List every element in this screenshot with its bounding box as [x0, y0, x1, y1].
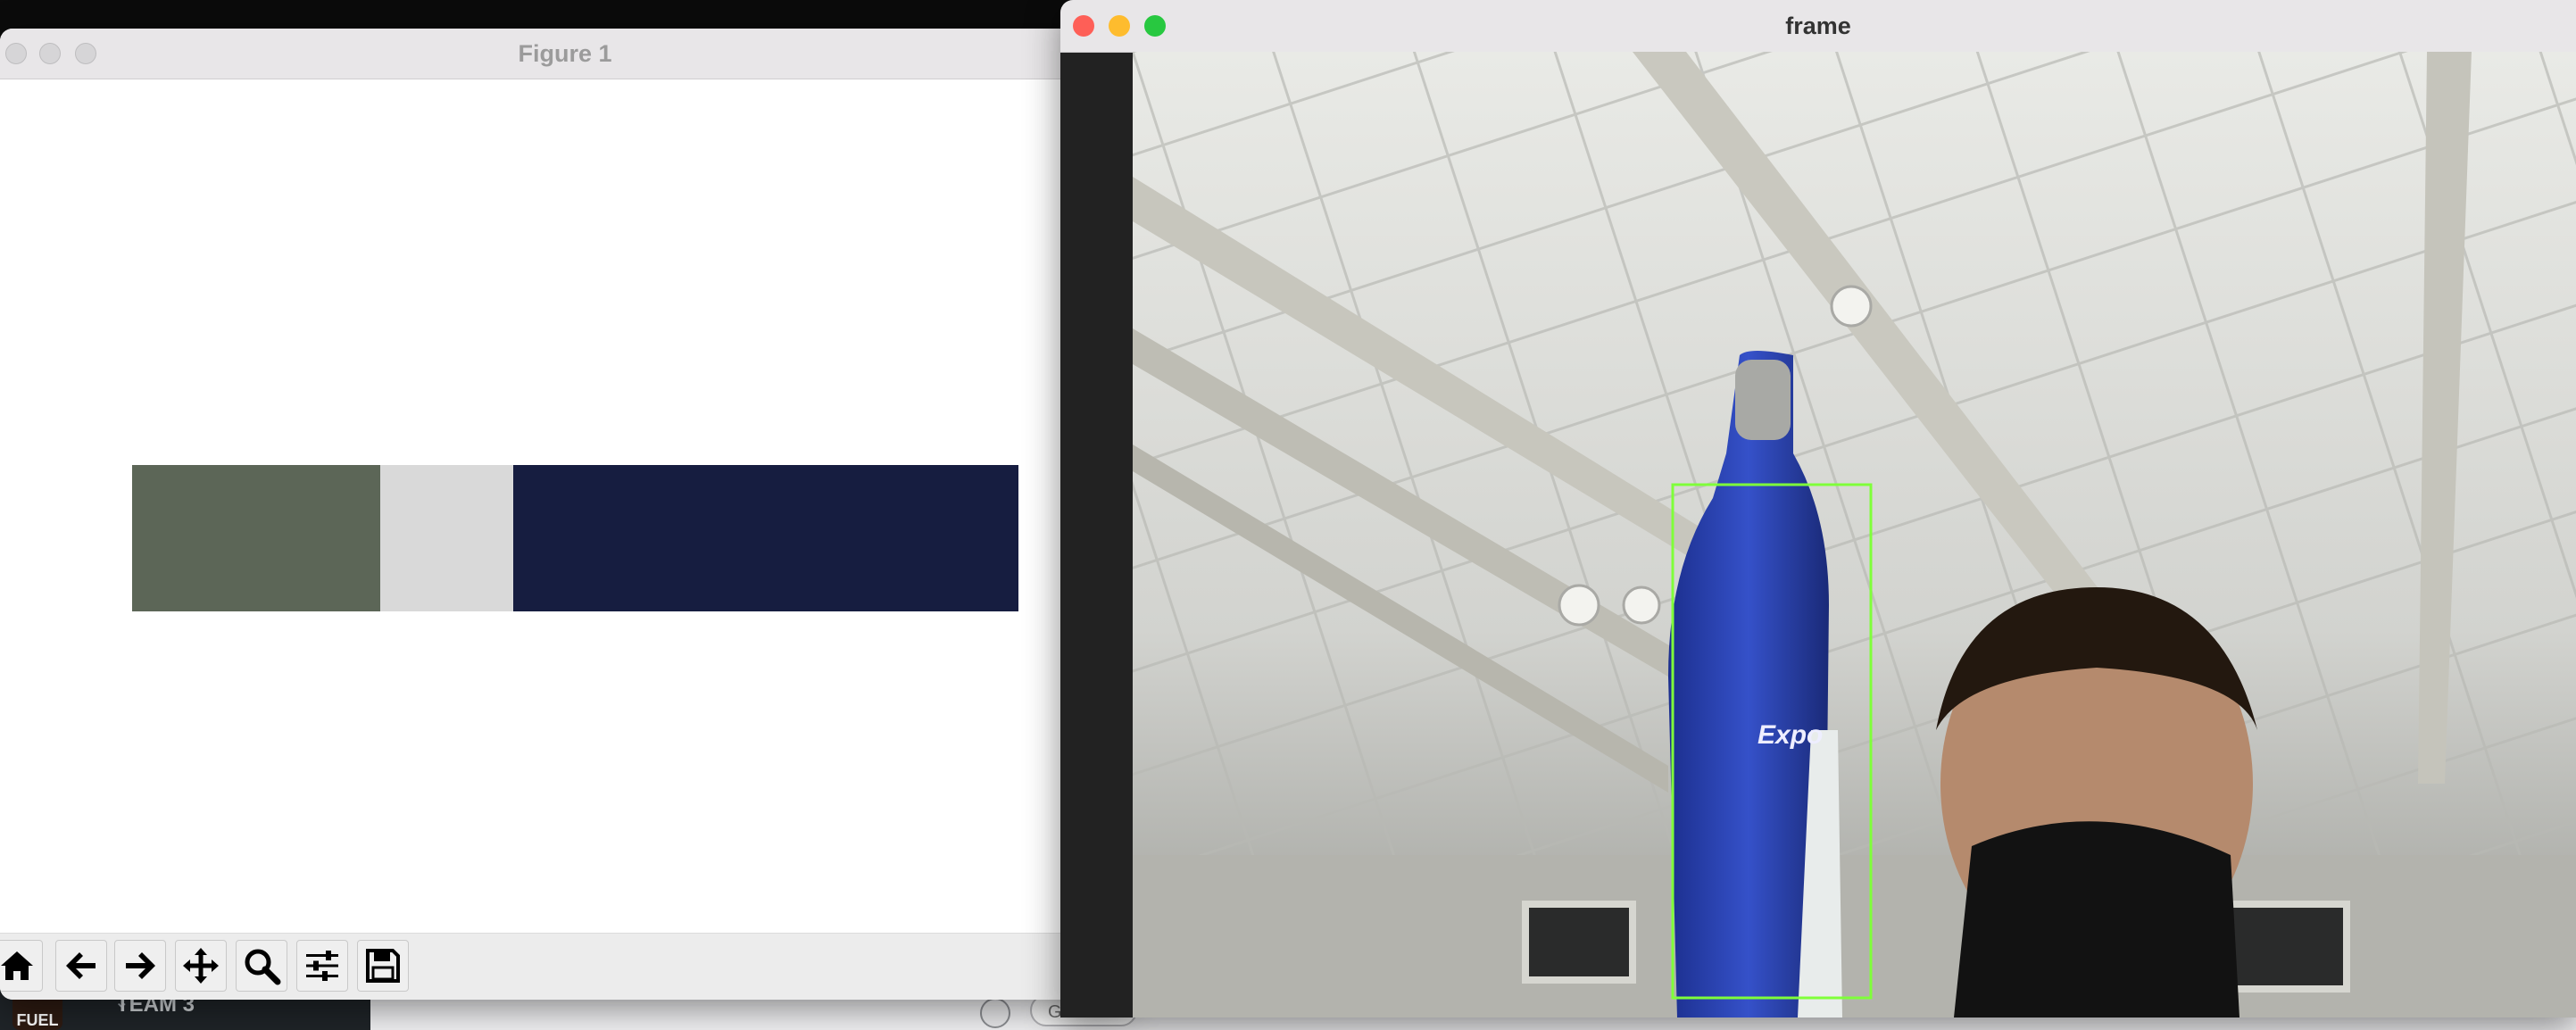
color-segment-1 [132, 465, 380, 611]
color-bar [132, 465, 1018, 611]
back-button[interactable] [55, 940, 107, 992]
zoom-icon [245, 949, 281, 985]
back-arrow-icon [66, 952, 96, 979]
home-button[interactable] [0, 940, 43, 992]
frame-window: frame Expo [1060, 0, 2576, 1018]
color-bar-chart [132, 465, 1018, 611]
color-segment-3 [513, 465, 1018, 611]
forward-arrow-icon [126, 952, 155, 979]
camera-feed: Expo [1133, 52, 2576, 1018]
save-icon [366, 949, 400, 983]
pan-button[interactable] [175, 940, 227, 992]
user-avatar-icon[interactable] [980, 998, 1010, 1028]
figure-titlebar[interactable]: Figure 1 [0, 29, 1130, 79]
navigation-toolbar [0, 933, 1130, 1000]
home-icon [1, 951, 33, 980]
window-title: Figure 1 [518, 40, 612, 67]
pan-move-icon [183, 948, 219, 984]
bottle-label: Expo [1757, 720, 1823, 750]
forward-button[interactable] [114, 940, 166, 992]
configure-subplots-button[interactable] [296, 940, 348, 992]
window-title: frame [1785, 12, 1851, 39]
zoom-button[interactable] [236, 940, 287, 992]
plot-canvas[interactable] [0, 79, 1130, 963]
subplots-config-icon [306, 951, 338, 981]
frame-titlebar[interactable]: frame [1060, 0, 2576, 53]
color-segment-2 [380, 465, 513, 611]
save-button[interactable] [357, 940, 409, 992]
camera-frame-image: Expo [1133, 52, 2576, 1018]
figure-window: Figure 1 [0, 29, 1130, 1000]
